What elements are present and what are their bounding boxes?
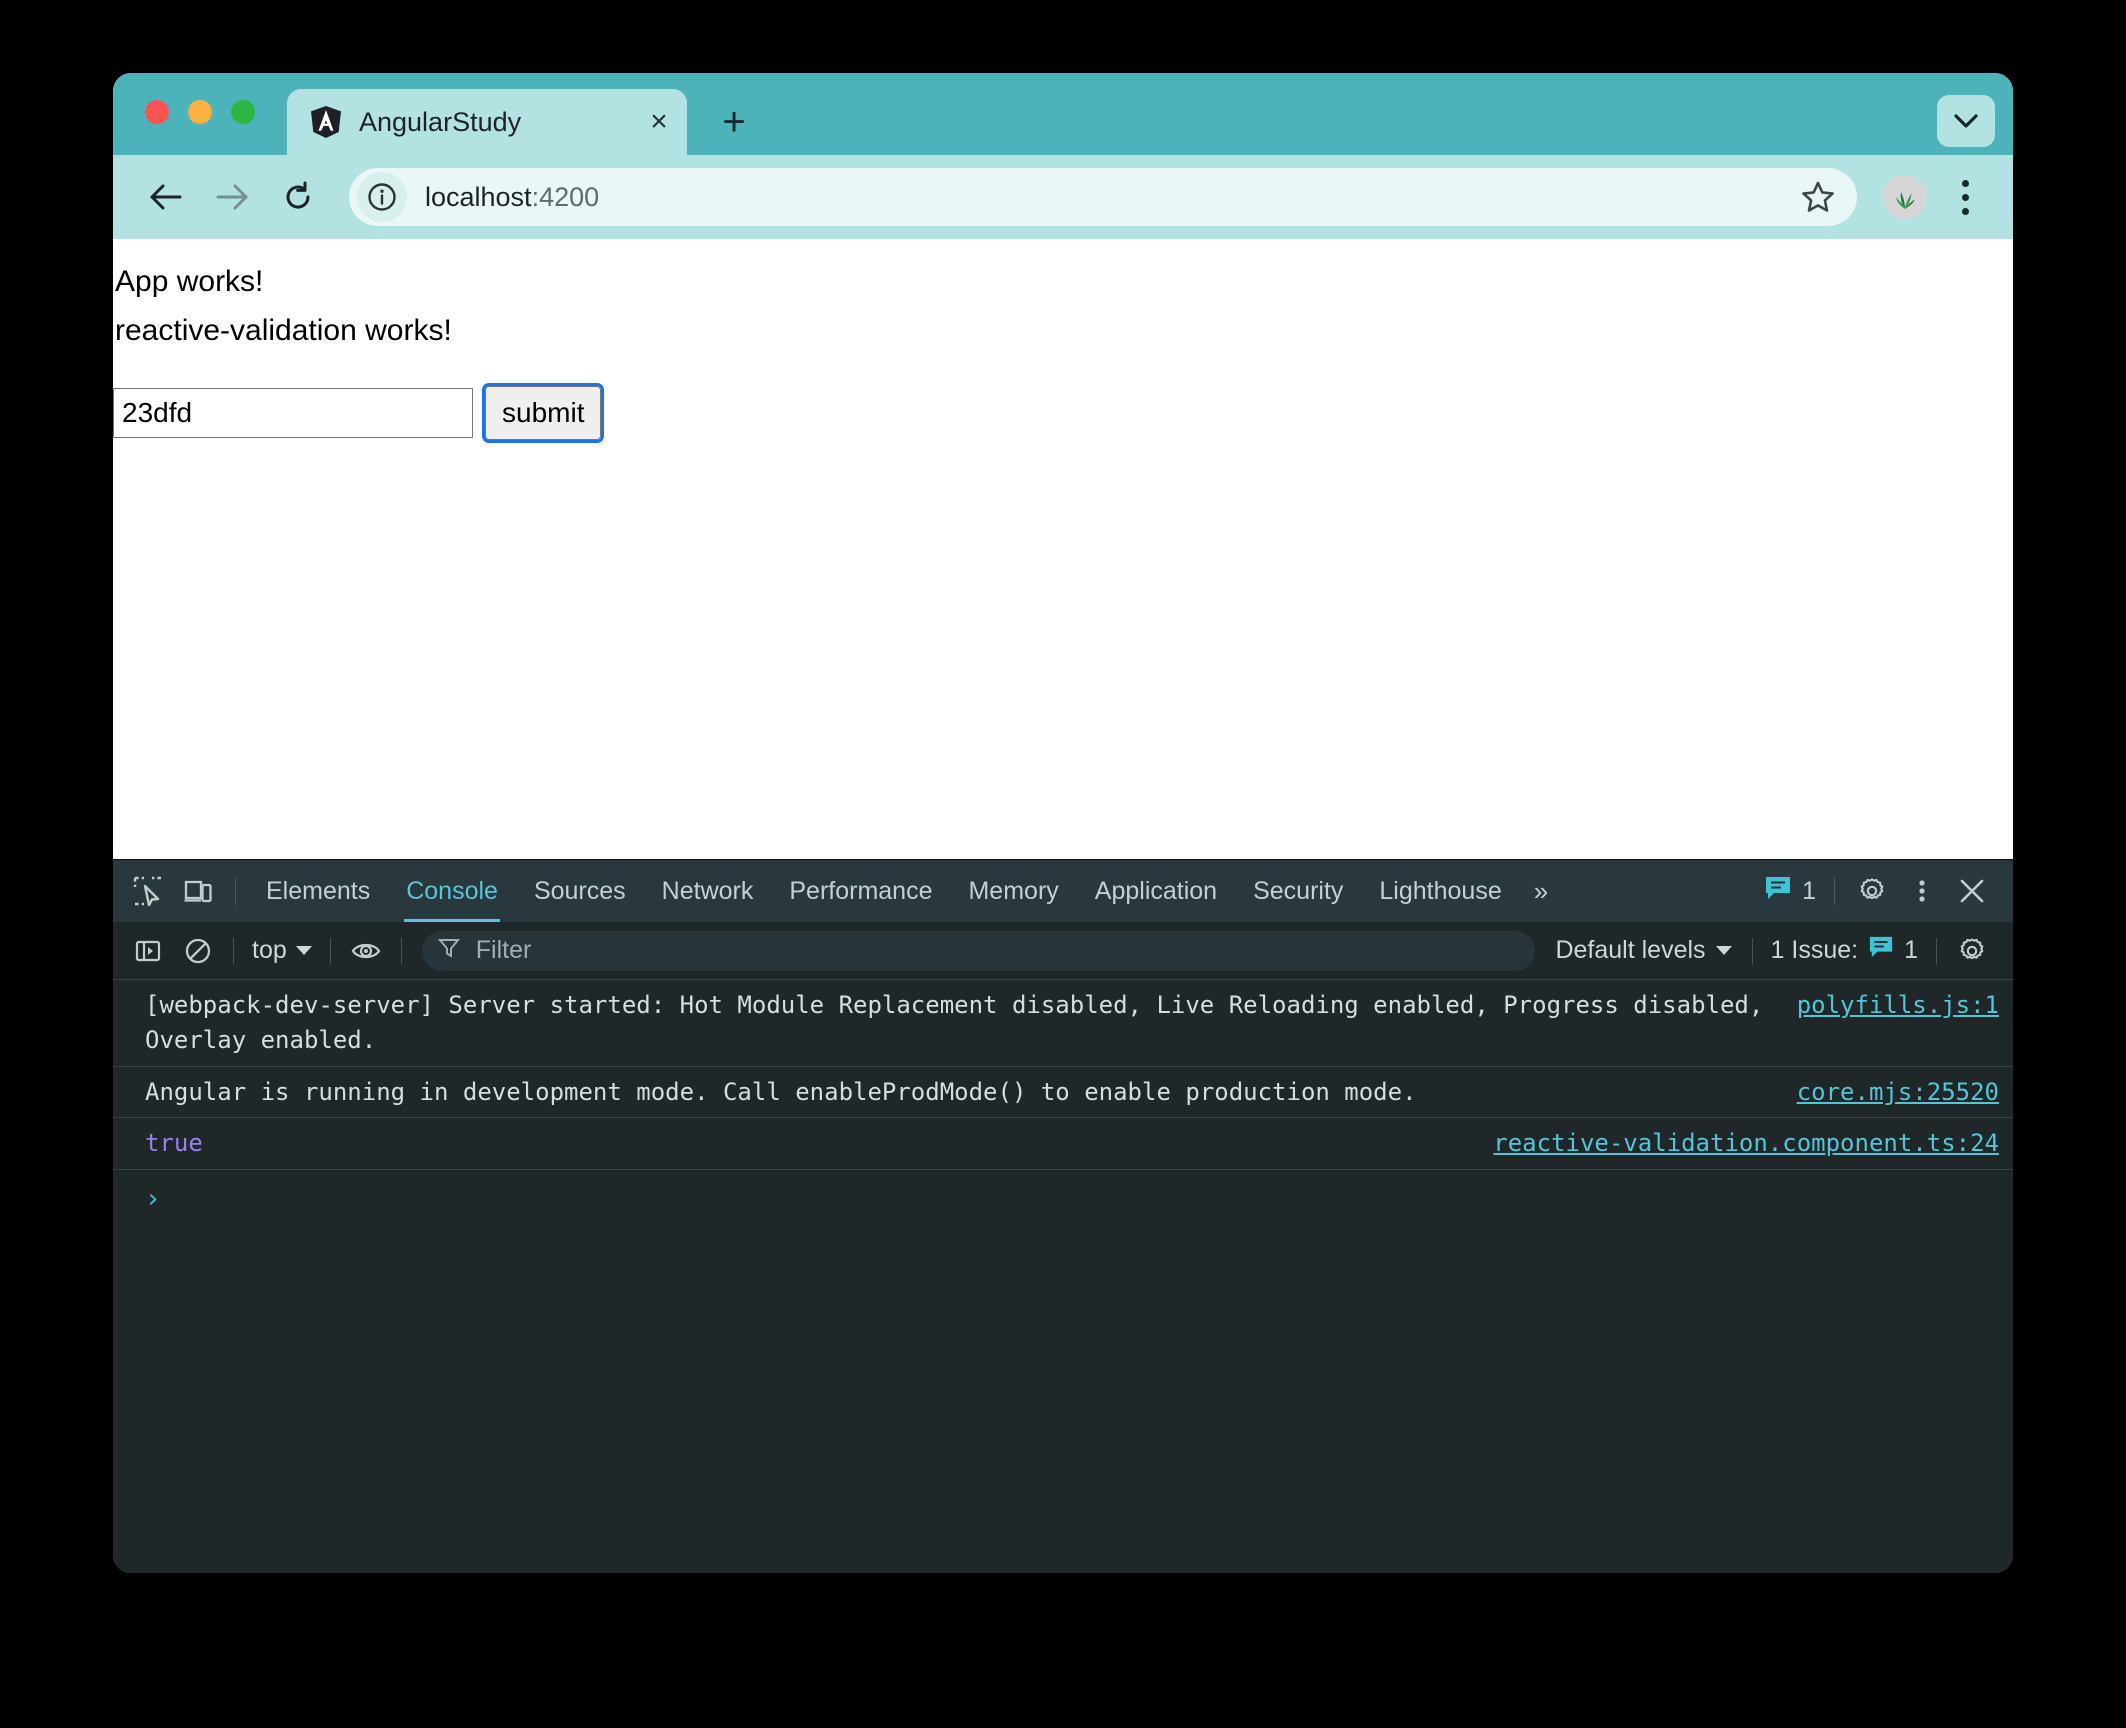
url-port: :4200 [531,181,600,212]
console-issues-count: 1 [1904,936,1918,964]
console-settings-gear-icon[interactable] [1947,928,1997,974]
tab-lighthouse[interactable]: Lighthouse [1361,860,1519,922]
angular-shield-icon [311,106,341,138]
window-maximize-button[interactable] [231,100,255,124]
arrow-right-icon[interactable] [201,166,263,228]
console-message-text: Angular is running in development mode. … [145,1077,1417,1106]
console-message-text: [webpack-dev-server] Server started: Hot… [145,991,1778,1054]
address-bar[interactable]: localhost:4200 [349,168,1857,226]
component-title: reactive-validation works! [115,313,452,347]
divider [400,937,402,964]
issues-badge-count: 1 [1802,876,1816,905]
info-circle-icon[interactable] [357,172,407,222]
window-traffic-lights [145,100,255,124]
tab-application[interactable]: Application [1077,860,1235,922]
window-minimize-button[interactable] [188,100,212,124]
divider [1936,937,1937,964]
arrow-left-icon[interactable] [135,166,197,228]
tab-elements[interactable]: Elements [248,860,388,922]
new-tab-button[interactable]: + [711,99,757,145]
devtools-panel: Elements Console Sources Network Perform… [113,859,2013,1573]
tab-memory[interactable]: Memory [950,860,1076,922]
chevron-down-icon [1715,946,1732,955]
issue-message-icon [1868,935,1894,966]
console-prompt-arrow: › [145,1184,161,1215]
tab-network[interactable]: Network [644,860,772,922]
browser-window: AngularStudy × + localhost:4200 App work… [113,73,2013,1573]
browser-tab-angularstudy[interactable]: AngularStudy × [287,89,687,155]
submit-button[interactable]: submit [481,383,605,444]
devtools-tab-bar: Elements Console Sources Network Perform… [113,860,2013,922]
issue-message-icon [1764,875,1792,908]
window-close-button[interactable] [145,100,169,124]
log-levels-label: Default levels [1555,936,1706,964]
console-toolbar: top Filter Default levels 1 Issue: 1 [113,922,2013,980]
tab-console[interactable]: Console [388,860,516,922]
console-message[interactable]: true reactive-validation.component.ts:24 [113,1118,2013,1171]
browser-tab-title: AngularStudy [359,106,522,137]
console-message-source[interactable]: core.mjs:25520 [1797,1075,2005,1110]
divider [233,937,234,964]
console-filter-placeholder: Filter [475,936,532,964]
name-input[interactable] [113,388,473,439]
tab-security[interactable]: Security [1235,860,1361,922]
chevron-down-icon [295,946,312,955]
address-bar-url: localhost:4200 [425,182,1793,213]
console-prompt[interactable]: › [113,1170,2013,1216]
console-filter-input[interactable]: Filter [421,930,1536,971]
live-expression-eye-icon[interactable] [341,928,391,974]
chevron-down-icon[interactable] [1937,95,1995,147]
page-viewport: App works! reactive-validation works! su… [113,239,2013,859]
console-message[interactable]: [webpack-dev-server] Server started: Hot… [113,980,2013,1067]
filter-funnel-icon [437,937,460,964]
issues-badge[interactable]: 1 [1758,875,1822,908]
execution-context-label: top [252,936,287,964]
star-icon[interactable] [1793,172,1843,222]
log-levels-selector[interactable]: Default levels [1545,936,1741,965]
more-tabs-icon[interactable]: » [1520,876,1562,907]
tab-performance[interactable]: Performance [771,860,950,922]
clear-console-icon[interactable] [173,928,223,974]
page-title: App works! [115,265,264,298]
console-output[interactable]: [webpack-dev-server] Server started: Hot… [113,980,2013,1573]
execution-context-selector[interactable]: top [244,936,320,965]
close-icon[interactable] [1947,868,1997,914]
divider [1751,937,1753,964]
console-issues-summary[interactable]: 1 Issue: 1 [1763,935,1926,966]
divider [329,937,331,964]
gear-icon[interactable] [1847,868,1897,914]
divider [1834,877,1835,905]
browser-toolbar: localhost:4200 [113,155,2013,239]
reload-icon[interactable] [267,166,329,228]
browser-menu-icon[interactable] [1939,169,1991,225]
divider [235,877,236,905]
console-message[interactable]: Angular is running in development mode. … [113,1067,2013,1119]
device-toolbar-icon[interactable] [173,868,223,914]
inspect-element-icon[interactable] [123,868,173,914]
url-host: localhost [425,181,532,212]
console-message-source[interactable]: reactive-validation.component.ts:24 [1493,1126,2005,1161]
console-sidebar-icon[interactable] [123,928,173,974]
console-issues-text: 1 Issue: [1770,936,1859,964]
console-message-source[interactable]: polyfills.js:1 [1797,988,2005,1023]
avatar[interactable] [1883,175,1927,219]
browser-tab-strip: AngularStudy × + [113,73,2013,155]
reactive-form: submit [113,383,2013,444]
console-message-text: true [145,1129,203,1158]
tab-sources[interactable]: Sources [516,860,644,922]
devtools-more-options-icon[interactable] [1897,868,1947,914]
close-icon[interactable]: × [637,100,681,144]
